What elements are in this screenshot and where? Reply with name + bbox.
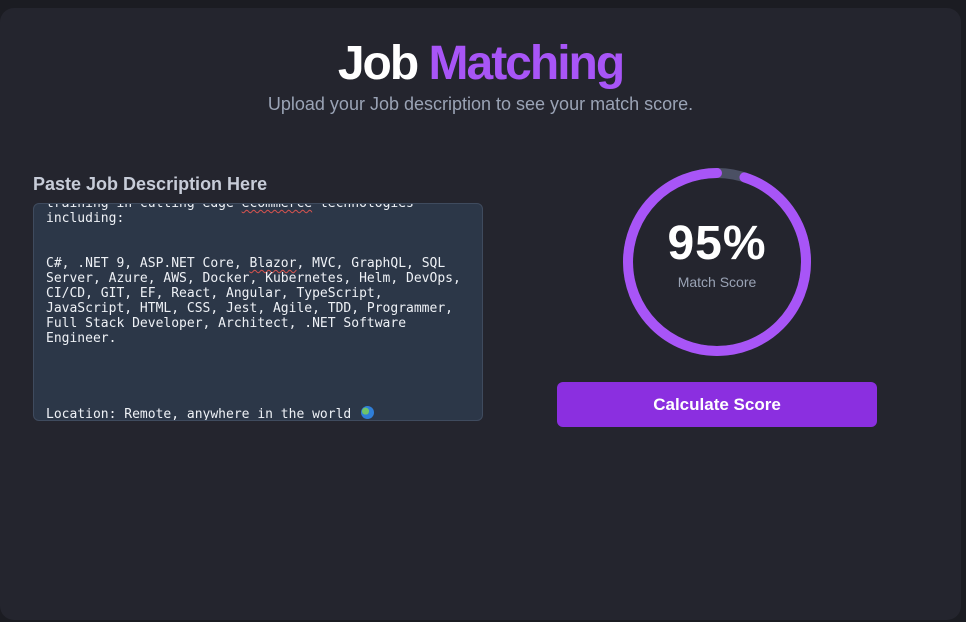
spellcheck-word-ecommerce: ecommerce [241,203,313,211]
calculate-score-button[interactable]: Calculate Score [557,382,877,427]
jd-line-2: including: [46,211,125,226]
page-title: Job Matching [0,38,961,90]
globe-icon [361,406,375,419]
jd-line-1-end: technologies [312,203,414,211]
jd-location: Location: Remote, anywhere in the world [46,407,352,421]
score-value: 95% [667,217,767,270]
spellcheck-word-blazor: Blazor [249,256,297,271]
jd-tech-start: C#, .NET 9, ASP.NET Core, [46,256,250,271]
match-score-ring: 95% Match Score [619,164,815,360]
score-section: 95% Match Score Calculate Score [557,164,877,434]
job-matching-card: Job Matching Upload your Job description… [0,8,961,620]
score-label: Match Score [677,274,757,290]
job-description-textarea[interactable]: training in cutting-edge ecommerce techn… [33,203,483,421]
job-description-text[interactable]: training in cutting-edge ecommerce techn… [46,203,470,421]
job-description-section: Paste Job Description Here training in c… [33,174,483,421]
header: Job Matching Upload your Job description… [0,38,961,115]
jd-line-1-start: training in cutting-edge [46,203,242,211]
page-title-matching: Matching [428,37,626,90]
job-description-label: Paste Job Description Here [33,174,268,194]
page-subtitle: Upload your Job description to see your … [267,94,694,114]
page-title-job: Job [337,37,419,90]
